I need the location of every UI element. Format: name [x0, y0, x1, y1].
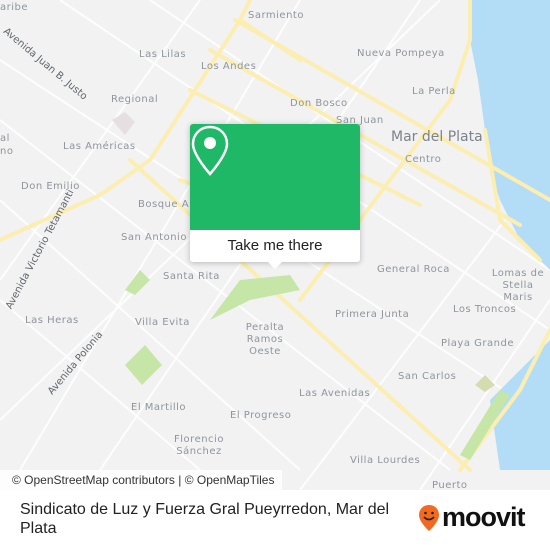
neighborhood-label: Bosque A: [138, 199, 190, 210]
neighborhood-label: Las Heras: [25, 315, 79, 326]
location-popup[interactable]: Take me there: [190, 124, 360, 269]
neighborhood-label: Centro: [405, 154, 442, 165]
neighborhood-label: Las Avenidas: [299, 388, 371, 399]
neighborhood-label: Santa Rita: [163, 271, 220, 282]
neighborhood-label: no: [0, 146, 14, 157]
neighborhood-label: Nueva Pompeya: [357, 48, 445, 59]
neighborhood-label: Don Bosco: [290, 98, 348, 109]
place-title: Sindicato de Luz y Fuerza Gral Pueyrredo…: [20, 501, 390, 537]
neighborhood-label: Los Andes: [201, 61, 257, 72]
map-pin-icon: [191, 125, 229, 176]
neighborhood-label: al: [0, 133, 10, 144]
neighborhood-label: El Martillo: [131, 402, 187, 413]
map[interactable]: aribe Sarmiento Las Lilas Los Andes Nuev…: [0, 0, 550, 490]
neighborhood-label: Villa Evita: [135, 317, 190, 328]
neighborhood-label: Puerto: [432, 480, 468, 490]
neighborhood-label: Sarmiento: [248, 10, 304, 21]
neighborhood-label: Florencio Sánchez: [174, 434, 224, 457]
neighborhood-label: Regional: [111, 94, 159, 105]
neighborhood-label: Las Américas: [63, 141, 136, 152]
take-me-there-button[interactable]: Take me there: [190, 230, 360, 262]
neighborhood-label: Los Troncos: [453, 304, 517, 315]
neighborhood-label: San Antonio: [121, 232, 187, 243]
footer: Sindicato de Luz y Fuerza Gral Pueyrredo…: [0, 490, 550, 550]
neighborhood-label: El Progreso: [230, 410, 292, 421]
neighborhood-label: aribe: [0, 2, 29, 13]
neighborhood-label: Villa Lourdes: [350, 455, 421, 466]
neighborhood-label: Playa Grande: [441, 338, 514, 349]
map-attribution[interactable]: © OpenStreetMap contributors | © OpenMap…: [0, 470, 283, 490]
moovit-logo[interactable]: moovit: [418, 502, 526, 533]
neighborhood-label: Las Lilas: [139, 49, 187, 60]
neighborhood-label: Primera Junta: [335, 309, 410, 320]
neighborhood-label: La Perla: [412, 86, 456, 97]
popup-pointer: [268, 262, 282, 269]
popup-header: [190, 124, 360, 230]
moovit-pin-icon: [419, 504, 439, 531]
logo-text: moovit: [442, 502, 526, 532]
neighborhood-label: Lomas de Stella Maris: [491, 268, 545, 303]
neighborhood-label: San Carlos: [398, 371, 457, 382]
neighborhood-label: Peralta Ramos Oeste: [245, 322, 285, 357]
city-label: Mar del Plata: [391, 129, 483, 145]
neighborhood-label: General Roca: [377, 264, 450, 275]
